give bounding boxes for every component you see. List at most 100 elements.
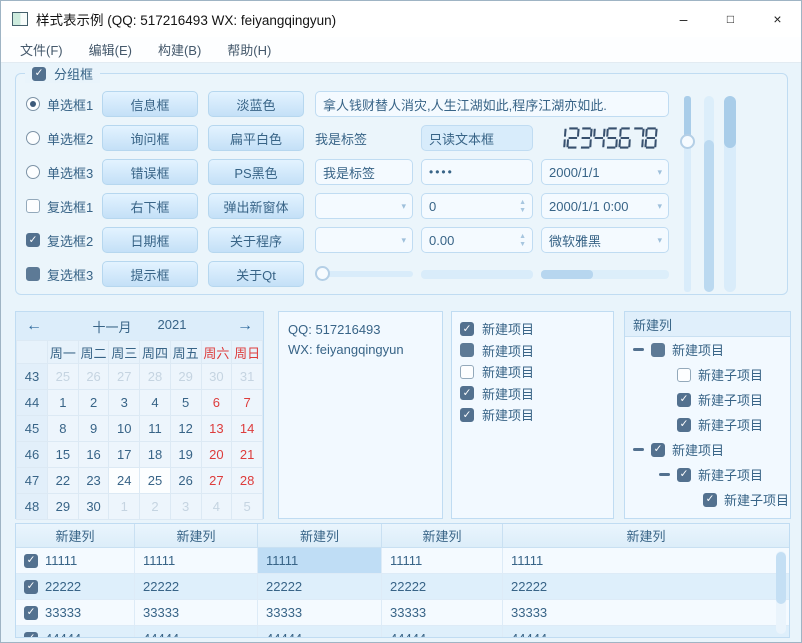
calendar-day-cell[interactable]: 19 — [170, 442, 201, 468]
calendar-day-cell[interactable]: 25 — [140, 468, 171, 494]
quote-line-edit[interactable] — [315, 91, 669, 117]
table-cell[interactable]: 11111 — [503, 548, 789, 574]
calendar-day-cell[interactable]: 23 — [78, 468, 109, 494]
checkbox-indicator[interactable]: ✓ — [677, 418, 691, 432]
checkbox-indicator[interactable]: ✓ — [24, 580, 38, 594]
calendar-year[interactable]: 2021 — [158, 317, 187, 336]
date-box-button[interactable]: 日期框 — [102, 227, 198, 253]
table-cell[interactable]: ✓22222 — [16, 574, 135, 600]
menu-file[interactable]: 文件(F) — [7, 37, 76, 62]
empty-combobox-1[interactable]: ▾ — [315, 193, 413, 219]
about-qt-button[interactable]: 关于Qt — [208, 261, 304, 287]
table-cell[interactable]: 22222 — [258, 574, 382, 600]
slider-handle[interactable] — [680, 134, 695, 149]
list-item[interactable]: 新建项目 — [460, 340, 613, 362]
flat-white-style-button[interactable]: 扁平白色 — [208, 125, 304, 151]
checkbox-option-2[interactable]: ✓ 复选框2 — [26, 231, 102, 250]
tree-item[interactable]: ✓新建子项目 — [625, 462, 790, 487]
collapse-icon[interactable] — [659, 473, 677, 476]
calendar-day-cell[interactable]: 25 — [48, 364, 79, 390]
calendar-day-cell[interactable]: 26 — [170, 468, 201, 494]
error-box-button[interactable]: 错误框 — [102, 159, 198, 185]
calendar-day-cell[interactable]: 2 — [140, 494, 171, 520]
calendar-day-cell[interactable]: 18 — [140, 442, 171, 468]
calendar-day-cell[interactable]: 20 — [201, 442, 232, 468]
calendar-day-cell[interactable]: 3 — [109, 390, 140, 416]
table-cell[interactable]: 33333 — [503, 600, 789, 626]
calendar-day-cell[interactable]: 26 — [78, 364, 109, 390]
list-item[interactable]: ✓新建项目 — [460, 383, 613, 405]
readonly-text-field[interactable] — [421, 125, 533, 151]
checkbox-indicator[interactable]: ✓ — [460, 386, 474, 400]
calendar-day-cell[interactable]: 6 — [201, 390, 232, 416]
calendar-day-cell[interactable]: 29 — [170, 364, 201, 390]
list-item[interactable]: ✓新建项目 — [460, 404, 613, 426]
scrollbar-thumb[interactable] — [776, 552, 786, 604]
calendar-day-cell[interactable]: 8 — [48, 416, 79, 442]
table-column-header[interactable]: 新建列 — [258, 524, 382, 548]
password-field[interactable] — [421, 159, 533, 185]
checkbox-indicator[interactable]: ✓ — [703, 493, 717, 507]
checkbox-indicator[interactable]: ✓ — [24, 632, 38, 639]
close-button[interactable]: × — [754, 1, 801, 37]
checkbox-indicator[interactable]: ✓ — [677, 468, 691, 482]
menu-edit[interactable]: 编辑(E) — [76, 37, 145, 62]
table-column-header[interactable]: 新建列 — [503, 524, 789, 548]
radio-option-1[interactable]: 单选框1 — [26, 95, 102, 114]
maximize-button[interactable]: □ — [707, 1, 754, 37]
calendar-month[interactable]: 十一月 — [93, 317, 132, 336]
int-spinbox[interactable]: 0 ▲▼ — [421, 193, 533, 219]
calendar-day-cell[interactable]: 17 — [109, 442, 140, 468]
checkbox-indicator[interactable]: ✓ — [651, 443, 665, 457]
popup-window-button[interactable]: 弹出新窗体 — [208, 193, 304, 219]
text-edit[interactable]: QQ: 517216493 WX: feiyangqingyun — [278, 311, 443, 519]
calendar-day-cell[interactable]: 14 — [232, 416, 263, 442]
checkbox-indicator[interactable] — [651, 343, 665, 357]
tree-item[interactable]: ✓新建子项目 — [625, 487, 790, 512]
calendar-day-cell[interactable]: 27 — [109, 364, 140, 390]
calendar-day-cell[interactable]: 9 — [78, 416, 109, 442]
calendar-day-cell[interactable]: 13 — [201, 416, 232, 442]
table-cell[interactable]: 44444 — [503, 626, 789, 638]
list-item[interactable]: 新建项目 — [460, 361, 613, 383]
checkbox-indicator[interactable]: ✓ — [460, 408, 474, 422]
spin-down-icon[interactable]: ▼ — [519, 207, 526, 215]
tree-item[interactable]: ✓新建子项目 — [625, 412, 790, 437]
checkbox-indicator[interactable]: ✓ — [24, 554, 38, 568]
tree-item[interactable]: 新建子项目 — [625, 362, 790, 387]
question-box-button[interactable]: 询问框 — [102, 125, 198, 151]
table-cell[interactable]: 33333 — [258, 600, 382, 626]
vertical-scrollbar[interactable] — [704, 96, 714, 292]
font-combobox[interactable]: 微软雅黑 ▾ — [541, 227, 669, 253]
calendar-day-cell[interactable]: 11 — [140, 416, 171, 442]
scrollbar-thumb[interactable] — [541, 270, 593, 279]
spin-up-icon[interactable]: ▲ — [519, 199, 526, 207]
calendar-day-cell[interactable]: 5 — [232, 494, 263, 520]
checkbox-indicator[interactable]: ✓ — [677, 393, 691, 407]
radio-option-2[interactable]: 单选框2 — [26, 129, 102, 148]
calendar-day-cell[interactable]: 3 — [170, 494, 201, 520]
table-column-header[interactable]: 新建列 — [135, 524, 258, 548]
datetime-edit[interactable]: 2000/1/1 0:00 ▾ — [541, 193, 669, 219]
vertical-slider[interactable] — [680, 96, 695, 292]
calendar-prev-button[interactable]: ← — [26, 317, 46, 335]
table-cell[interactable]: ✓33333 — [16, 600, 135, 626]
horizontal-scrollbar[interactable] — [541, 270, 669, 279]
collapse-icon[interactable] — [633, 348, 651, 351]
calendar-day-cell[interactable]: 30 — [78, 494, 109, 520]
table-cell[interactable]: 44444 — [258, 626, 382, 638]
slider-handle[interactable] — [315, 266, 330, 281]
ps-black-style-button[interactable]: PS黑色 — [208, 159, 304, 185]
checkbox-indicator[interactable] — [460, 343, 474, 357]
calendar-day-cell[interactable]: 10 — [109, 416, 140, 442]
tree-item[interactable]: ✓新建子项目 — [625, 387, 790, 412]
table-cell[interactable]: ✓11111 — [16, 548, 135, 574]
table-cell[interactable]: 11111 — [258, 548, 382, 574]
checkbox-indicator[interactable]: ✓ — [24, 606, 38, 620]
table-cell[interactable]: 11111 — [135, 548, 258, 574]
menu-build[interactable]: 构建(B) — [145, 37, 214, 62]
table-cell[interactable]: ✓44444 — [16, 626, 135, 638]
calendar-day-cell[interactable]: 22 — [48, 468, 79, 494]
calendar-day-cell[interactable]: 29 — [48, 494, 79, 520]
calendar-day-cell[interactable]: 4 — [201, 494, 232, 520]
